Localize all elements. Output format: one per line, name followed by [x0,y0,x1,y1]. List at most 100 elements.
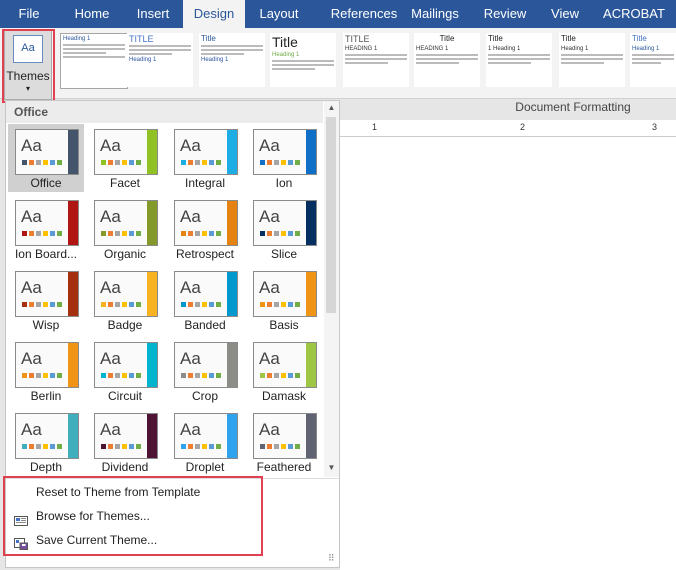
theme-retrospect[interactable]: Aa Retrospect [167,195,243,263]
theme-color-swatch [181,231,186,236]
theme-color-swatch [122,302,127,307]
tab-file[interactable]: File [0,0,58,28]
theme-color-swatch [209,231,214,236]
style-set-4[interactable]: TITLE HEADING 1 [343,33,409,87]
theme-accent-bar [227,201,237,245]
theme-accent-bar [306,414,316,458]
theme-badge[interactable]: Aa Badge [87,266,163,334]
theme-dividend[interactable]: Aa Dividend [87,408,163,476]
theme-organic[interactable]: Aa Organic [87,195,163,263]
theme-color-swatch [115,444,120,449]
chevron-down-icon: ▾ [25,84,30,93]
style-set-2[interactable]: Title Heading 1 [199,33,265,87]
theme-color-swatch [295,302,300,307]
theme-integral[interactable]: Aa Integral [167,124,243,192]
theme-color-swatch [281,160,286,165]
theme-color-swatch [295,444,300,449]
theme-wisp[interactable]: Aa Wisp [8,266,84,334]
theme-color-swatch [129,373,134,378]
theme-color-swatch [195,160,200,165]
theme-thumbnail: Aa [15,342,79,388]
scroll-thumb[interactable] [326,117,336,313]
reset-theme-label: Reset to Theme from Template [36,485,201,499]
ruler-tick-1: 1 [372,122,378,132]
theme-basis[interactable]: Aa Basis [246,266,322,334]
style-set-8[interactable]: Title Heading 1 [630,33,676,87]
scroll-up-icon[interactable]: ▲ [324,101,339,115]
theme-damask[interactable]: Aa Damask [246,337,322,405]
tab-view[interactable]: View [540,0,590,28]
theme-color-swatch [216,302,221,307]
horizontal-ruler[interactable]: 1 2 3 [340,120,676,137]
save-theme-command[interactable]: Save Current Theme... [14,529,157,551]
style-set-1[interactable]: TITLE Heading 1 [127,33,193,87]
panel-scrollbar[interactable]: ▲ ▼ [324,101,339,477]
tab-references[interactable]: References [316,0,412,28]
style-set-3[interactable]: Title Heading 1 [270,33,336,87]
theme-berlin[interactable]: Aa Berlin [8,337,84,405]
theme-depth[interactable]: Aa Depth [8,408,84,476]
theme-color-swatch [43,373,48,378]
theme-color-swatch [50,373,55,378]
theme-sample-text: Aa [21,136,42,155]
theme-color-swatch [129,160,134,165]
theme-color-swatch [195,373,200,378]
theme-facet[interactable]: Aa Facet [87,124,163,192]
tab-acrobat[interactable]: ACROBAT [596,0,672,28]
theme-color-swatch [202,444,207,449]
theme-name: Basis [269,318,299,332]
tab-home[interactable]: Home [62,0,122,28]
theme-color-swatch [288,444,293,449]
theme-accent-bar [306,130,316,174]
save-theme-label: Save Current Theme... [36,533,158,547]
resize-grip-icon[interactable]: ⠿ [328,553,335,564]
browse-themes-command[interactable]: Browse for Themes... [14,505,150,527]
style-set-5[interactable]: Title HEADING 1 [414,33,480,87]
ribbon-tab-bar: File Home Insert Design Layout Reference… [0,0,676,28]
theme-color-swatch [295,373,300,378]
style-set-6[interactable]: Title 1 Heading 1 [486,33,552,87]
theme-office[interactable]: Aa Office [8,124,84,192]
theme-name: Berlin [30,389,62,403]
theme-ion-board[interactable]: Aa Ion Board... [8,195,84,263]
tab-design[interactable]: Design [183,0,245,28]
theme-thumbnail: Aa [253,129,317,175]
theme-slice[interactable]: Aa Slice [246,195,322,263]
theme-color-swatch [50,444,55,449]
theme-banded[interactable]: Aa Banded [167,266,243,334]
theme-sample-text: Aa [100,349,121,368]
theme-feathered[interactable]: Aa Feathered [246,408,322,476]
theme-accent-bar [68,130,78,174]
theme-droplet[interactable]: Aa Droplet [167,408,243,476]
theme-crop[interactable]: Aa Crop [167,337,243,405]
theme-color-swatch [101,373,106,378]
style-set-0[interactable]: Heading 1 [60,33,128,89]
blank-icon [14,487,28,499]
scroll-down-icon[interactable]: ▼ [324,461,339,475]
themes-button[interactable]: Aa Themes ▾ [4,30,52,100]
theme-thumbnail: Aa [15,200,79,246]
tab-layout[interactable]: Layout [247,0,311,28]
theme-name: Organic [103,247,147,261]
theme-color-swatch [216,231,221,236]
theme-color-swatch [22,373,27,378]
theme-accent-bar [147,343,157,387]
divider [6,478,339,479]
theme-color-swatch [36,231,41,236]
theme-color-swatch [122,231,127,236]
theme-color-swatch [209,444,214,449]
tab-mailings[interactable]: Mailings [403,0,467,28]
theme-color-swatch [57,373,62,378]
theme-ion[interactable]: Aa Ion [246,124,322,192]
theme-name: Damask [261,389,306,403]
theme-accent-bar [306,343,316,387]
theme-circuit[interactable]: Aa Circuit [87,337,163,405]
tab-insert[interactable]: Insert [124,0,182,28]
theme-accent-bar [68,272,78,316]
reset-theme-command[interactable]: Reset to Theme from Template [14,481,200,503]
theme-sample-text: Aa [259,136,280,155]
document-page[interactable] [340,137,676,570]
tab-review[interactable]: Review [476,0,534,28]
style-set-7[interactable]: Title Heading 1 [559,33,625,87]
theme-thumbnail: Aa [94,271,158,317]
